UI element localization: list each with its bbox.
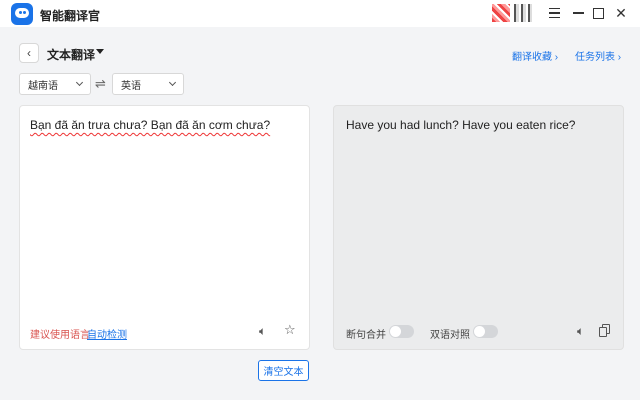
source-text-panel[interactable]: Bạn đã ăn trưa chưa? Bạn đã ăn cơm chưa?… [19,105,310,350]
avatar[interactable] [492,4,510,22]
sentence-merge-label: 断句合并 [346,330,386,341]
maximize-icon[interactable] [589,4,607,22]
speaker-icon[interactable]: 🔈︎ [577,324,584,339]
clear-text-button[interactable]: 清空文本 [258,360,309,381]
source-language-select[interactable]: 越南语 [19,73,91,95]
copy-icon[interactable] [599,324,611,337]
close-icon[interactable]: ✕ [612,4,630,22]
chevron-down-icon [75,78,84,87]
swap-arrows-icon[interactable]: ⇌ [95,76,106,92]
chevron-down-icon [168,78,177,87]
star-icon[interactable]: ☆ [284,322,296,338]
sentence-merge-toggle[interactable] [389,325,414,338]
bilingual-label: 双语对照 [430,330,470,341]
app-logo-icon [11,3,33,25]
task-list-link[interactable]: 任务列表 › [575,48,621,63]
app-title: 智能翻译官 [40,9,101,23]
source-language-label: 越南语 [28,80,58,92]
title-bar: 智能翻译官 ✕ [0,0,640,27]
minimize-icon[interactable] [569,4,587,22]
back-button[interactable]: ‹ [19,43,39,63]
menu-icon[interactable] [545,4,563,22]
auto-detect-link[interactable]: 自动检测 [87,326,127,341]
speaker-icon[interactable]: 🔈︎ [259,324,266,339]
qr-code-icon[interactable] [514,4,532,22]
source-text-input[interactable]: Bạn đã ăn trưa chưa? Bạn đã ăn cơm chưa? [30,118,270,132]
suggest-language-label: 建议使用语言 [30,330,90,341]
translation-result-text: Have you had lunch? Have you eaten rice? [346,118,576,132]
translation-result-panel: Have you had lunch? Have you eaten rice?… [333,105,624,350]
page-title[interactable]: 文本翻译 [47,46,95,63]
caret-down-icon[interactable] [96,49,104,54]
favorites-link[interactable]: 翻译收藏 › [512,48,558,63]
chevron-left-icon: ‹ [27,46,31,60]
bilingual-toggle[interactable] [473,325,498,338]
target-language-label: 英语 [121,80,141,92]
target-language-select[interactable]: 英语 [112,73,184,95]
